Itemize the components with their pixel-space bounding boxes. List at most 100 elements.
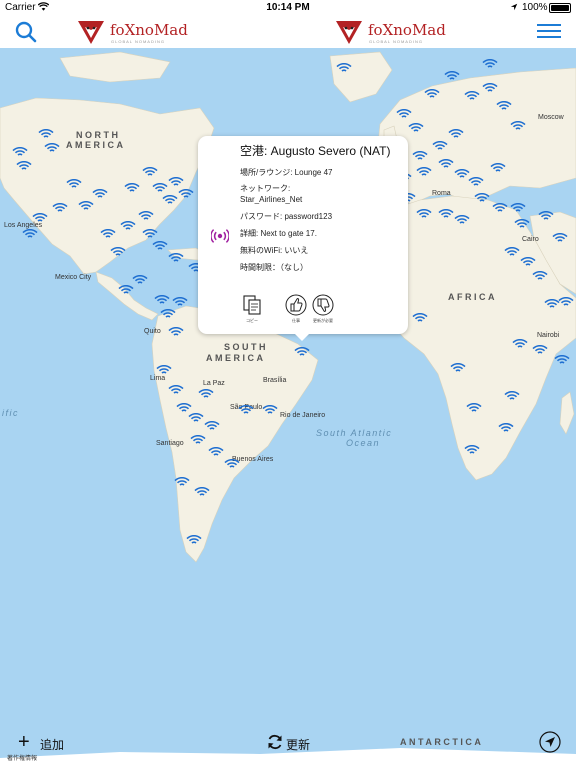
wifi-hotspot-icon[interactable] <box>32 213 48 223</box>
wifi-hotspot-icon[interactable] <box>172 297 188 307</box>
wifi-hotspot-icon[interactable] <box>482 59 498 69</box>
wifi-hotspot-icon[interactable] <box>492 203 508 213</box>
wifi-hotspot-icon[interactable] <box>186 535 202 545</box>
wifi-hotspot-icon[interactable] <box>558 297 574 307</box>
wifi-hotspot-icon[interactable] <box>468 177 484 187</box>
wifi-hotspot-icon[interactable] <box>450 363 466 373</box>
wifi-hotspot-icon[interactable] <box>538 211 554 221</box>
wifi-hotspot-icon[interactable] <box>176 403 192 413</box>
wifi-hotspot-icon[interactable] <box>16 161 32 171</box>
wifi-hotspot-icon[interactable] <box>496 101 512 111</box>
wifi-hotspot-icon[interactable] <box>424 89 440 99</box>
legal-link[interactable]: 著作権情報 <box>7 753 37 762</box>
wifi-hotspot-icon[interactable] <box>142 229 158 239</box>
refresh-label: 更新 <box>286 738 311 752</box>
wifi-hotspot-icon[interactable] <box>138 211 154 221</box>
wifi-hotspot-icon[interactable] <box>482 83 498 93</box>
search-icon[interactable] <box>14 20 38 44</box>
wifi-hotspot-icon[interactable] <box>224 459 240 469</box>
wifi-hotspot-icon[interactable] <box>152 241 168 251</box>
wifi-hotspot-icon[interactable] <box>490 163 506 173</box>
wifi-hotspot-icon[interactable] <box>156 365 172 375</box>
wifi-hotspot-icon[interactable] <box>514 219 530 229</box>
wifi-hotspot-icon[interactable] <box>120 221 136 231</box>
wifi-hotspot-icon[interactable] <box>432 141 448 151</box>
wifi-hotspot-icon[interactable] <box>504 247 520 257</box>
city-label: La Paz <box>203 380 225 387</box>
wifi-hotspot-icon[interactable] <box>204 421 220 431</box>
wifi-hotspot-icon[interactable] <box>448 129 464 139</box>
wifi-hotspot-icon[interactable] <box>162 195 178 205</box>
wifi-hotspot-icon[interactable] <box>44 143 60 153</box>
wifi-hotspot-icon[interactable] <box>178 189 194 199</box>
wifi-hotspot-icon[interactable] <box>124 183 140 193</box>
wifi-hotspot-icon[interactable] <box>510 121 526 131</box>
wifi-hotspot-icon[interactable] <box>160 309 176 319</box>
wifi-hotspot-icon[interactable] <box>512 339 528 349</box>
callout-details: 詳細: Next to gate 17. <box>240 229 317 238</box>
wifi-hotspot-icon[interactable] <box>464 445 480 455</box>
wifi-hotspot-icon[interactable] <box>416 167 432 177</box>
wifi-hotspot-icon[interactable] <box>412 151 428 161</box>
location-arrow-icon[interactable] <box>539 731 561 753</box>
wifi-hotspot-icon[interactable] <box>294 347 310 357</box>
wifi-hotspot-icon[interactable] <box>118 285 134 295</box>
wifi-hotspot-icon[interactable] <box>154 295 170 305</box>
needs-update-button[interactable]: 更新が必要 <box>310 294 336 324</box>
wifi-hotspot-icon[interactable] <box>408 123 424 133</box>
wifi-hotspot-icon[interactable] <box>66 179 82 189</box>
wifi-hotspot-icon[interactable] <box>464 91 480 101</box>
wifi-hotspot-icon[interactable] <box>110 247 126 257</box>
wifi-hotspot-icon[interactable] <box>100 229 116 239</box>
wifi-hotspot-icon[interactable] <box>12 147 28 157</box>
wifi-hotspot-icon[interactable] <box>454 215 470 225</box>
wifi-hotspot-icon[interactable] <box>194 487 210 497</box>
wifi-hotspot-icon[interactable] <box>504 391 520 401</box>
wifi-hotspot-icon[interactable] <box>474 193 490 203</box>
wifi-hotspot-icon[interactable] <box>396 109 412 119</box>
wifi-hotspot-icon[interactable] <box>520 257 536 267</box>
wifi-hotspot-icon[interactable] <box>188 413 204 423</box>
wifi-hotspot-icon[interactable] <box>190 435 206 445</box>
wifi-hotspot-icon[interactable] <box>38 129 54 139</box>
wifi-hotspot-icon[interactable] <box>416 209 432 219</box>
wifi-hotspot-icon[interactable] <box>168 253 184 263</box>
wifi-hotspot-icon[interactable] <box>168 327 184 337</box>
wifi-hotspot-icon[interactable] <box>52 203 68 213</box>
wifi-hotspot-icon[interactable] <box>336 63 352 73</box>
plus-icon: + <box>18 731 30 753</box>
callout-time-limit: 時間制限：（なし） <box>240 263 308 272</box>
wifi-hotspot-icon[interactable] <box>142 167 158 177</box>
wifi-hotspot-icon[interactable] <box>198 389 214 399</box>
world-map[interactable]: NORTH AMERICA SOUTH AMERICA AFRICA ANTAR… <box>0 48 576 768</box>
wifi-hotspot-icon[interactable] <box>168 177 184 187</box>
wifi-hotspot-icon[interactable] <box>498 423 514 433</box>
brand-name: foXnoMad <box>110 21 188 39</box>
works-button[interactable]: 仕事 <box>283 294 309 324</box>
wifi-hotspot-icon[interactable] <box>92 189 108 199</box>
wifi-hotspot-icon[interactable] <box>262 405 278 415</box>
wifi-hotspot-icon[interactable] <box>552 233 568 243</box>
wifi-hotspot-icon[interactable] <box>532 345 548 355</box>
wifi-hotspot-icon[interactable] <box>22 229 38 239</box>
wifi-hotspot-icon[interactable] <box>78 201 94 211</box>
wifi-hotspot-icon[interactable] <box>510 203 526 213</box>
wifi-hotspot-icon[interactable] <box>132 275 148 285</box>
wifi-hotspot-icon[interactable] <box>174 477 190 487</box>
hotspot-callout[interactable]: 空港: Augusto Severo (NAT) 場所/ラウンジ: Lounge… <box>198 136 408 341</box>
city-label: Santiago <box>156 440 184 447</box>
wifi-hotspot-icon[interactable] <box>412 313 428 323</box>
wifi-hotspot-icon[interactable] <box>466 403 482 413</box>
wifi-hotspot-icon[interactable] <box>438 159 454 169</box>
hamburger-menu-icon[interactable] <box>537 21 561 43</box>
wifi-hotspot-icon[interactable] <box>438 209 454 219</box>
wifi-hotspot-icon[interactable] <box>238 405 254 415</box>
wifi-hotspot-icon[interactable] <box>444 71 460 81</box>
wifi-hotspot-icon[interactable] <box>152 183 168 193</box>
wifi-hotspot-icon[interactable] <box>208 447 224 457</box>
wifi-hotspot-icon[interactable] <box>168 385 184 395</box>
wifi-hotspot-icon[interactable] <box>532 271 548 281</box>
copy-label: コピー <box>246 318 258 323</box>
wifi-hotspot-icon[interactable] <box>554 355 570 365</box>
copy-button[interactable]: コピー <box>239 294 265 324</box>
